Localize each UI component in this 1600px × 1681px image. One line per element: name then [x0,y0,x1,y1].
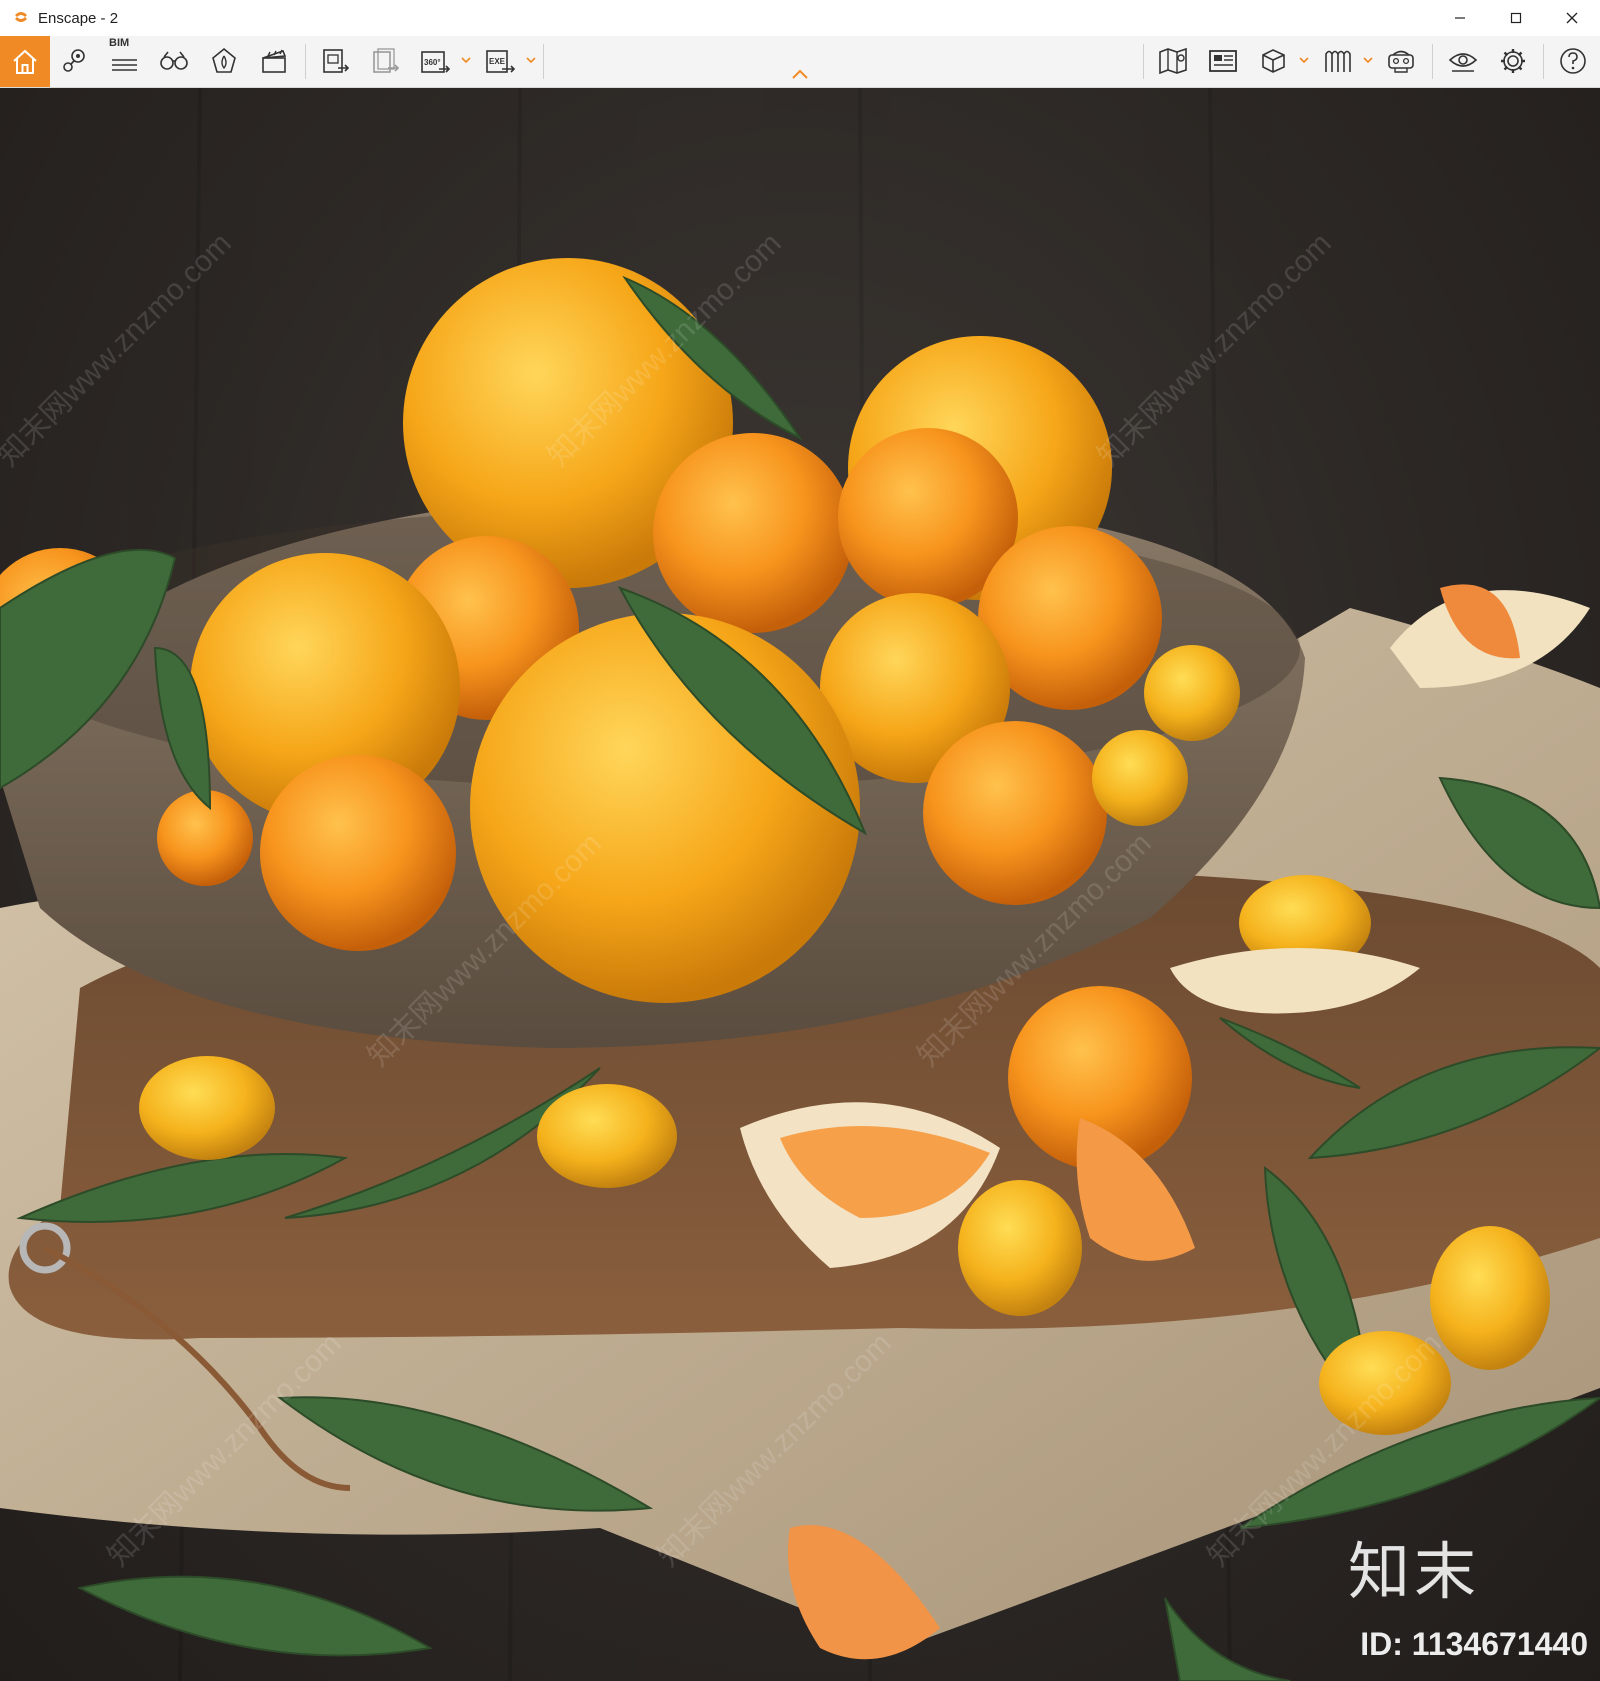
enscape-logo-icon [10,7,32,29]
asset-library-button[interactable] [1314,38,1360,84]
toolbar-separator [1432,44,1433,79]
watermark-logo-text: 知末 [1347,1535,1480,1608]
clapperboard-icon [262,49,287,73]
batch-render-button[interactable] [362,38,408,84]
rendered-scene: 知末网www.znzmo.com 知末网www.znzmo.com 知末网www… [0,88,1600,1681]
watermark-id: ID: 1134671440 [1360,1626,1588,1662]
minimap-button[interactable] [1200,38,1246,84]
eye-settings-icon [1448,53,1478,72]
panorama-360-icon: 360° [421,51,451,73]
title-bar: Enscape - 2 [0,0,1600,36]
window-title: Enscape - 2 [38,9,119,27]
vr-headset-button[interactable] [1378,38,1424,84]
panorama-dropdown-icon[interactable] [460,54,472,66]
visual-settings-button[interactable] [1440,38,1486,84]
help-icon [1560,48,1586,74]
bim-label: BIM [109,37,130,49]
views-button[interactable] [52,38,98,84]
view-cube-dropdown-icon[interactable] [1298,54,1310,66]
vr-headset-icon [1388,50,1414,73]
binoculars-button[interactable] [151,38,197,84]
screenshot-button[interactable] [312,38,358,84]
binoculars-icon [160,51,188,70]
map-icon [1159,47,1187,75]
map-pin-icon [63,49,85,72]
exe-export-button[interactable]: EXE [477,38,523,84]
home-button[interactable] [0,36,50,87]
minimize-button[interactable] [1432,0,1488,36]
toolbar-separator [543,44,544,79]
map-button[interactable] [1150,38,1196,84]
help-button[interactable] [1550,38,1596,84]
main-toolbar: BIM 360° EXE [0,36,1600,88]
asset-library-icon [1325,50,1351,72]
toolbar-separator [305,44,306,79]
render-viewport[interactable]: 知末网www.znzmo.com 知末网www.znzmo.com 知末网www… [0,88,1600,1681]
general-settings-button[interactable] [1490,38,1536,84]
maximize-button[interactable] [1488,0,1544,36]
minimap-icon [1209,50,1237,72]
screenshot-export-icon [323,49,350,73]
panorama-label: 360° [424,58,441,67]
bim-list-icon [112,59,137,71]
atmosphere-icon [212,47,236,73]
gear-icon [1501,49,1525,73]
exe-label: EXE [489,57,506,66]
collapse-toolbar-icon[interactable] [788,66,812,82]
video-editor-button[interactable] [251,38,297,84]
cube-icon [1262,49,1285,73]
home-icon [13,49,37,74]
asset-library-dropdown-icon[interactable] [1362,54,1374,66]
view-cube-button[interactable] [1250,38,1296,84]
exe-dropdown-icon[interactable] [525,54,537,66]
toolbar-separator [1543,44,1544,79]
bim-button[interactable]: BIM [101,37,147,84]
batch-render-icon [373,48,400,73]
atmosphere-button[interactable] [201,38,247,84]
close-button[interactable] [1544,0,1600,36]
enscape-window: Enscape - 2 BIM 360° EXE 知末网www.znzmo.co… [0,0,1600,1681]
toolbar-separator [1143,44,1144,79]
panorama-button[interactable]: 360° [412,38,458,84]
window-controls [1432,0,1600,36]
exe-export-icon: EXE [486,50,516,73]
